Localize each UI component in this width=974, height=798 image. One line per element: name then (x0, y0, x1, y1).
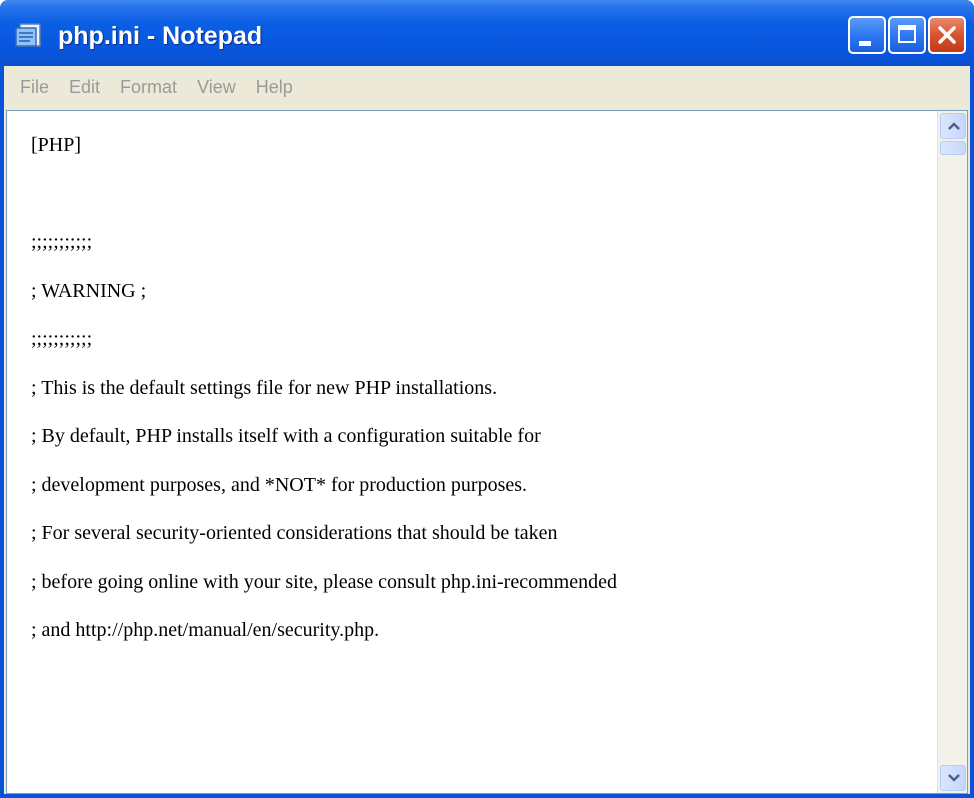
close-icon (938, 26, 956, 44)
minimize-button[interactable] (848, 16, 886, 54)
text-line: ; before going online with your site, pl… (31, 570, 617, 593)
text-line: ; This is the default settings file for … (31, 376, 498, 399)
scrollbar-thumb[interactable] (940, 141, 966, 155)
text-line: ;;;;;;;;;;; (31, 328, 93, 350)
title-bar[interactable]: php.ini - Notepad (0, 0, 974, 66)
text-line: ; development purposes, and *NOT* for pr… (31, 473, 528, 496)
menu-bar: File Edit Format View Help (4, 66, 970, 108)
scroll-up-button[interactable] (940, 113, 966, 139)
menu-edit[interactable]: Edit (59, 72, 110, 102)
menu-view[interactable]: View (187, 72, 246, 102)
notepad-window: php.ini - Notepad File Edit Format View … (0, 0, 974, 798)
text-editor[interactable]: [PHP] ;;;;;;;;;;; ; WARNING ; ;;;;;;;;;;… (6, 110, 968, 794)
close-button[interactable] (928, 16, 966, 54)
text-line: ; and http://php.net/manual/en/security.… (31, 619, 380, 641)
maximize-icon (898, 25, 916, 43)
scroll-down-button[interactable] (940, 765, 966, 791)
text-line: ; For several security-oriented consider… (31, 522, 558, 544)
chevron-up-icon (948, 122, 960, 130)
text-line: ; WARNING ; (31, 279, 147, 302)
text-content[interactable]: [PHP] ;;;;;;;;;;; ; WARNING ; ;;;;;;;;;;… (7, 111, 937, 793)
maximize-button[interactable] (888, 16, 926, 54)
menu-help[interactable]: Help (246, 72, 303, 102)
client-area: File Edit Format View Help [PHP] ;;;;;;;… (4, 66, 970, 794)
text-line: [PHP] (31, 134, 82, 156)
menu-file[interactable]: File (10, 72, 59, 102)
text-line: ; By default, PHP installs itself with a… (31, 425, 541, 447)
window-title: php.ini - Notepad (58, 22, 263, 50)
text-line (31, 180, 937, 229)
minimize-icon (859, 41, 871, 46)
text-line: ;;;;;;;;;;; (31, 231, 93, 253)
chevron-down-icon (948, 774, 960, 782)
notepad-icon[interactable] (14, 22, 44, 48)
menu-format[interactable]: Format (110, 72, 187, 102)
vertical-scrollbar[interactable] (937, 111, 967, 793)
